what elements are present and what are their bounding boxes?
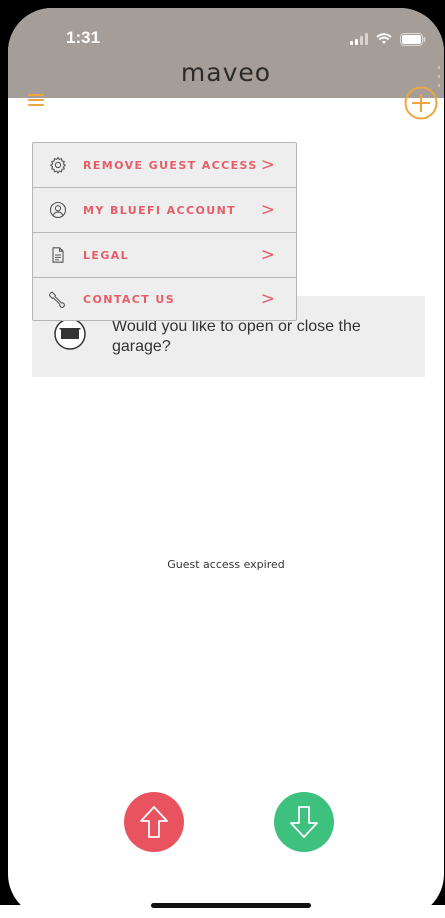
signal-icon	[350, 33, 368, 45]
home-indicator[interactable]	[151, 903, 311, 908]
menu-dropdown: REMOVE GUEST ACCESS > MY BLUEFI ACCOUNT …	[32, 142, 297, 321]
phone-frame: 1:31 maveo Would you like to open or clo…	[0, 0, 445, 918]
app-screen: 1:31 maveo Would you like to open or clo…	[8, 8, 444, 918]
open-garage-button[interactable]	[124, 792, 184, 852]
menu-item-legal[interactable]: LEGAL >	[33, 233, 296, 278]
chevron-right-icon: >	[260, 155, 275, 175]
wrench-icon	[49, 291, 65, 308]
menu-item-remove-guest-access[interactable]: REMOVE GUEST ACCESS >	[33, 143, 296, 188]
chevron-right-icon: >	[260, 200, 275, 220]
close-garage-button[interactable]	[274, 792, 334, 852]
menu-item-label: MY BLUEFI ACCOUNT	[83, 203, 237, 217]
arrow-up-icon	[140, 806, 168, 838]
app-logo: maveo	[8, 58, 444, 87]
top-bar: 1:31 maveo	[8, 8, 444, 98]
menu-item-label: CONTACT US	[83, 292, 176, 306]
scroll-indicator	[438, 66, 440, 87]
wifi-icon	[376, 33, 392, 45]
menu-item-label: LEGAL	[83, 248, 130, 262]
add-icon[interactable]	[404, 86, 438, 120]
logo-text: maveo	[180, 58, 272, 87]
arrow-down-icon	[290, 806, 318, 838]
account-icon	[49, 201, 67, 219]
guest-access-status: Guest access expired	[167, 558, 285, 571]
chevron-right-icon: >	[260, 289, 275, 309]
garage-door-icon	[54, 318, 86, 350]
menu-item-label: REMOVE GUEST ACCESS	[83, 158, 258, 172]
menu-item-contact-us[interactable]: CONTACT US >	[33, 278, 296, 320]
gear-icon	[50, 156, 66, 174]
chevron-right-icon: >	[260, 245, 275, 265]
status-icons	[350, 32, 426, 46]
document-icon	[52, 247, 64, 263]
menu-icon[interactable]	[28, 94, 44, 106]
garage-prompt-text: Would you like to open or close the gara…	[112, 318, 361, 355]
menu-item-my-bluefi-account[interactable]: MY BLUEFI ACCOUNT >	[33, 188, 296, 233]
battery-icon	[400, 32, 426, 46]
status-time: 1:31	[66, 28, 101, 47]
